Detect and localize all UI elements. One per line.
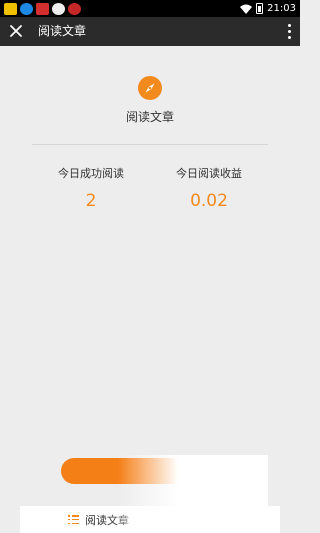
status-time: 21:03 <box>267 3 296 14</box>
stat-label: 今日成功阅读 <box>58 167 124 180</box>
status-bar: 21:03 <box>0 0 300 17</box>
stat-value: 0.02 <box>190 191 228 211</box>
divider <box>32 144 268 145</box>
stat-label: 今日阅读收益 <box>176 167 242 180</box>
more-icon[interactable] <box>286 24 292 39</box>
wifi-icon <box>240 4 253 14</box>
section-title: 阅读文章 <box>125 110 174 124</box>
app-notification-icon <box>36 2 49 15</box>
notification-icons <box>4 2 81 15</box>
stat-today-reads: 今日成功阅读 2 <box>36 167 146 211</box>
app-notification-icon <box>68 2 81 15</box>
fade-overlay <box>110 506 280 533</box>
primary-action-button[interactable] <box>61 458 241 484</box>
bottom-nav: 阅读文章 <box>20 506 280 533</box>
app-notification-icon <box>20 2 33 15</box>
stat-today-earnings: 今日阅读收益 0.02 <box>154 167 264 211</box>
compass-icon <box>138 76 162 100</box>
battery-icon <box>256 3 264 14</box>
app-notification-icon <box>4 2 17 15</box>
top-app-bar: 阅读文章 <box>0 17 300 46</box>
list-icon <box>68 515 79 524</box>
close-icon[interactable] <box>9 24 23 38</box>
stat-value: 2 <box>85 191 97 211</box>
app-notification-icon <box>52 2 65 15</box>
page-title: 阅读文章 <box>38 24 87 38</box>
